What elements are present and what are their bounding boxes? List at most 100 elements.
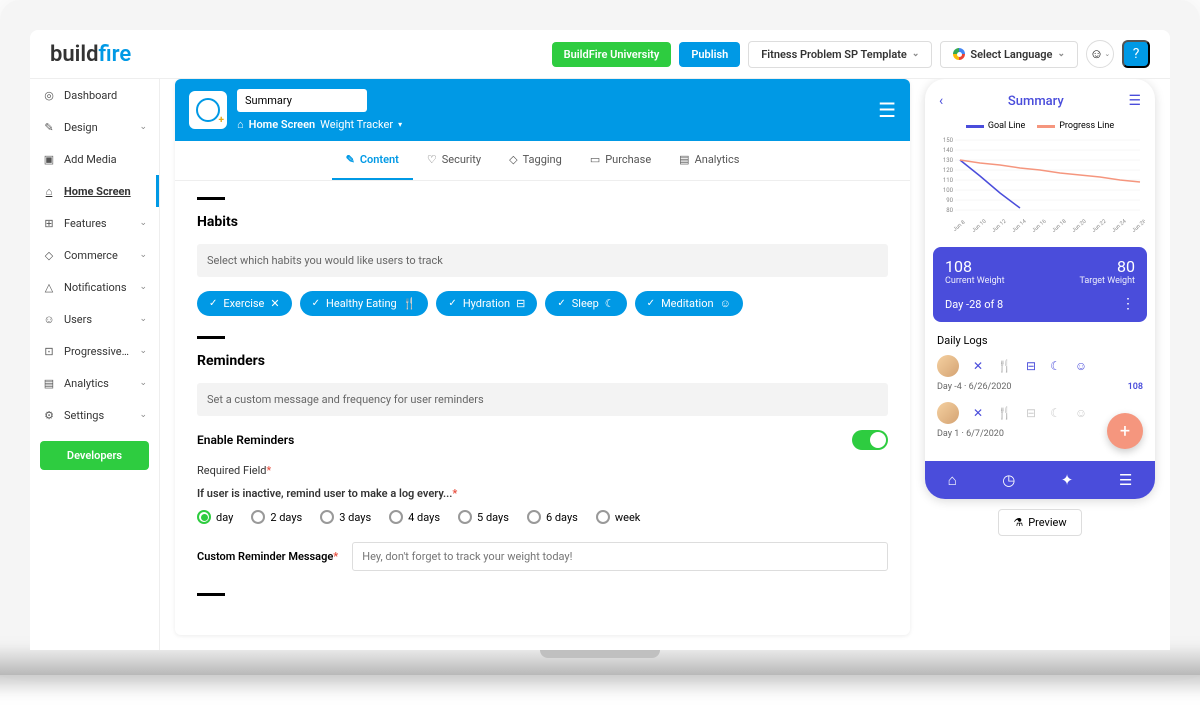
svg-text:130: 130 — [943, 157, 954, 164]
sidebar-item-notifications[interactable]: △Notifications⌄ — [30, 271, 159, 303]
sleep-icon: ☾ — [605, 297, 615, 310]
preview-button[interactable]: ⚗Preview — [998, 509, 1081, 536]
chip-hydration[interactable]: ✓Hydration⊟ — [436, 291, 537, 316]
chevron-down-icon: ⌄ — [139, 218, 147, 228]
chip-healthy-eating[interactable]: ✓Healthy Eating🍴 — [300, 291, 429, 316]
tab-content[interactable]: ✎Content — [332, 141, 413, 180]
svg-text:Jun 24: Jun 24 — [1111, 219, 1128, 234]
editor-header: ⌂ Home Screen Weight Tracker ▾ ☰ — [175, 79, 910, 141]
chip-meditation[interactable]: ✓Meditation☺ — [635, 291, 743, 316]
sidebar-item-commerce[interactable]: ◇Commerce⌄ — [30, 239, 159, 271]
language-dropdown[interactable]: Select Language⌄ — [940, 41, 1078, 68]
log-item[interactable]: ✕ 🍴 ⊟ ☾ ☺ Day -4 · 6/26/2020108 — [937, 355, 1143, 392]
preview-title: Summary — [1008, 94, 1064, 109]
chevron-down-icon: ⌄ — [139, 346, 147, 356]
svg-text:150: 150 — [943, 137, 954, 144]
help-button[interactable]: ? — [1122, 40, 1150, 68]
home-icon: ⌂ — [237, 118, 244, 131]
home-icon: ⌂ — [42, 184, 56, 198]
reminders-info: Set a custom message and frequency for u… — [197, 383, 888, 416]
security-icon: ♡ — [427, 153, 437, 166]
svg-text:Jun 14: Jun 14 — [1011, 219, 1028, 234]
publish-button[interactable]: Publish — [679, 42, 740, 67]
radio-3days[interactable]: 3 days — [320, 510, 371, 524]
template-dropdown[interactable]: Fitness Problem SP Template⌄ — [748, 41, 932, 68]
chevron-down-icon: ⌄ — [139, 122, 147, 132]
hydration-icon: ⊟ — [1026, 359, 1036, 373]
more-icon[interactable]: ⋮ — [1121, 296, 1135, 312]
radio-day[interactable]: day — [197, 510, 233, 524]
sidebar-item-analytics[interactable]: ▤Analytics⌄ — [30, 367, 159, 399]
sleep-icon: ☾ — [1050, 406, 1061, 420]
menu-icon[interactable]: ☰ — [1128, 93, 1141, 109]
chevron-down-icon: ⌄ — [139, 282, 147, 292]
exercise-icon: ✕ — [973, 406, 983, 420]
svg-text:Jun 8: Jun 8 — [952, 220, 966, 233]
radio-icon — [389, 510, 403, 524]
help-icon: ? — [1133, 46, 1140, 62]
target-weight-label: Target Weight — [1079, 276, 1135, 286]
radio-4days[interactable]: 4 days — [389, 510, 440, 524]
sidebar-item-users[interactable]: ☺Users⌄ — [30, 303, 159, 335]
tab-analytics[interactable]: ▤Analytics — [665, 141, 753, 180]
sidebar-item-add-media[interactable]: ▣Add Media — [30, 143, 159, 175]
breadcrumb-page[interactable]: Weight Tracker — [320, 118, 393, 131]
custom-msg-input[interactable] — [352, 542, 888, 571]
nav-home-icon[interactable]: ⌂ — [948, 471, 957, 489]
radio-icon — [596, 510, 610, 524]
eating-icon: 🍴 — [997, 406, 1012, 420]
developers-button[interactable]: Developers — [40, 441, 149, 470]
radio-icon — [458, 510, 472, 524]
sidebar-item-design[interactable]: ✎Design⌄ — [30, 111, 159, 143]
user-menu[interactable]: ☺⌄ — [1086, 40, 1114, 68]
sidebar: ◎Dashboard ✎Design⌄ ▣Add Media ⌂Home Scr… — [30, 79, 160, 650]
chip-sleep[interactable]: ✓Sleep☾ — [545, 291, 626, 316]
nav-list-icon[interactable]: ☰ — [1119, 471, 1132, 489]
university-button[interactable]: BuildFire University — [552, 42, 672, 67]
enable-reminders-toggle[interactable] — [852, 430, 888, 450]
frequency-radios: day 2 days 3 days 4 days 5 days 6 days w… — [197, 510, 888, 524]
nav-activity-icon[interactable]: ✦ — [1061, 471, 1074, 489]
hydration-icon: ⊟ — [1026, 406, 1036, 420]
section-divider — [197, 197, 225, 200]
sidebar-item-home-screen[interactable]: ⌂Home Screen — [30, 175, 159, 207]
check-icon: ✓ — [448, 298, 456, 309]
tab-tagging[interactable]: ◇Tagging — [495, 141, 576, 180]
radio-6days[interactable]: 6 days — [527, 510, 578, 524]
page-title-input[interactable] — [237, 89, 367, 112]
radio-2days[interactable]: 2 days — [251, 510, 302, 524]
tab-purchase[interactable]: ▭Purchase — [576, 141, 665, 180]
chip-exercise[interactable]: ✓Exercise✕ — [197, 291, 292, 316]
meditation-icon: ☺ — [720, 297, 731, 310]
svg-text:Jun 16: Jun 16 — [1031, 219, 1048, 234]
svg-text:100: 100 — [943, 187, 954, 194]
menu-icon[interactable]: ☰ — [878, 98, 896, 122]
nav-clock-icon[interactable]: ◷ — [1002, 471, 1015, 489]
topbar: buildfire BuildFire University Publish F… — [30, 30, 1170, 79]
fab-add[interactable]: + — [1107, 413, 1143, 449]
breadcrumb: ⌂ Home Screen Weight Tracker ▾ — [237, 118, 868, 131]
notifications-icon: △ — [42, 280, 56, 294]
radio-week[interactable]: week — [596, 510, 641, 524]
svg-text:120: 120 — [943, 167, 954, 174]
commerce-icon: ◇ — [42, 248, 56, 262]
plugin-icon — [189, 91, 227, 129]
sidebar-item-features[interactable]: ⊞Features⌄ — [30, 207, 159, 239]
breadcrumb-home[interactable]: Home Screen — [249, 118, 316, 131]
sidebar-item-pwa[interactable]: ⊡Progressive Web...⌄ — [30, 335, 159, 367]
radio-5days[interactable]: 5 days — [458, 510, 509, 524]
design-icon: ✎ — [42, 120, 56, 134]
svg-text:Jun 26: Jun 26 — [1131, 219, 1145, 234]
flask-icon: ⚗ — [1013, 516, 1023, 529]
back-icon[interactable]: ‹ — [939, 93, 943, 109]
tab-security[interactable]: ♡Security — [413, 141, 495, 180]
sidebar-item-dashboard[interactable]: ◎Dashboard — [30, 79, 159, 111]
required-field-label: Required Field* — [197, 464, 888, 477]
progress-swatch — [1037, 125, 1055, 128]
chevron-down-icon: ⌄ — [1057, 49, 1065, 59]
eating-icon: 🍴 — [403, 297, 417, 310]
chevron-down-icon: ⌄ — [912, 49, 920, 59]
users-icon: ☺ — [42, 312, 56, 326]
sidebar-item-settings[interactable]: ⚙Settings⌄ — [30, 399, 159, 431]
google-icon — [953, 48, 965, 60]
